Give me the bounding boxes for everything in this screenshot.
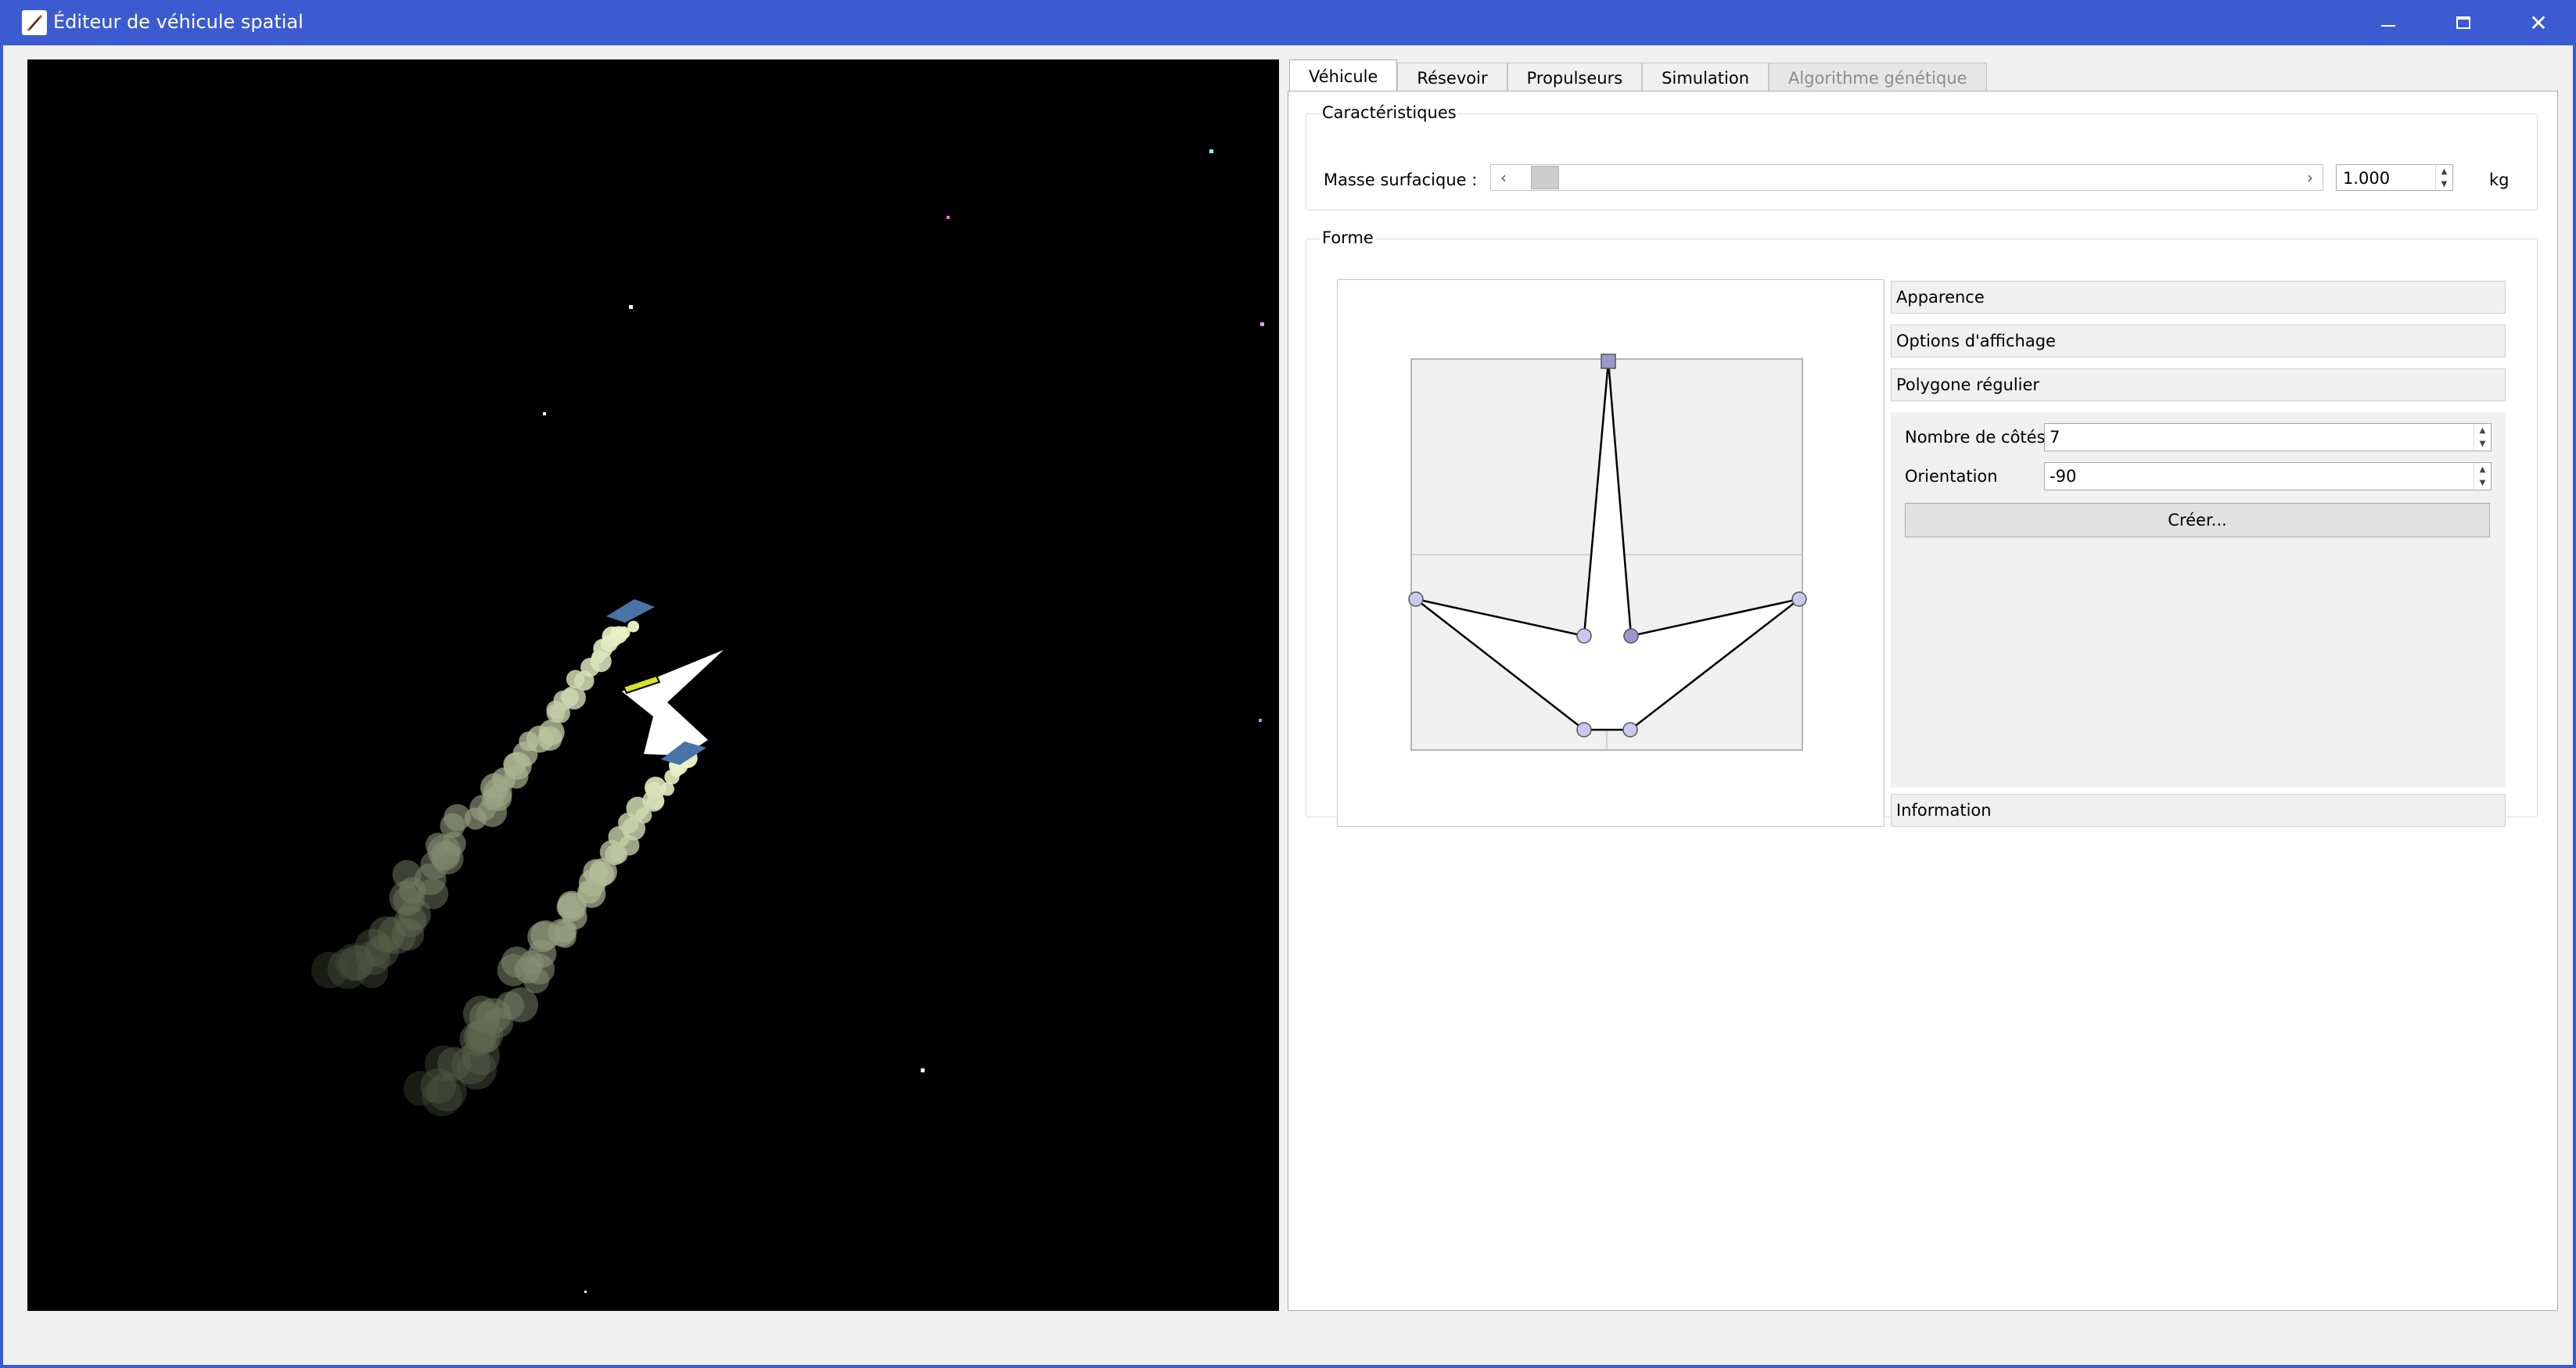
tab-algorithme-genetique: Algorithme génétique	[1769, 63, 1987, 92]
nombre-cotes-value[interactable]: 7	[2050, 428, 2060, 447]
chevron-left-icon[interactable]: ‹	[1491, 165, 1516, 190]
forme-title: Forme	[1320, 228, 1375, 247]
rocket-feather-icon	[22, 10, 47, 35]
tab-reservoir[interactable]: Résevoir	[1397, 63, 1507, 92]
tab-simulation[interactable]: Simulation	[1642, 63, 1769, 92]
chevron-right-icon[interactable]: ›	[2298, 165, 2323, 190]
vertex-handle[interactable]	[1791, 591, 1807, 607]
nombre-cotes-spinbox[interactable]: 7 ▲ ▼	[2044, 423, 2492, 451]
vertex-handle-square[interactable]	[1601, 354, 1616, 369]
spin-up-icon[interactable]: ▲	[2474, 424, 2491, 437]
exhaust-particle	[311, 951, 349, 989]
minimize-button[interactable]	[2351, 0, 2426, 45]
space-scene	[27, 59, 1279, 1311]
vertex-handle[interactable]	[1408, 591, 1424, 607]
star	[629, 305, 633, 309]
window-title: Éditeur de véhicule spatial	[53, 11, 304, 33]
masse-spinbox[interactable]: 1.000 ▲ ▼	[2336, 164, 2453, 191]
vertex-handle-selected[interactable]	[1623, 628, 1639, 644]
star	[1209, 149, 1213, 153]
nombre-cotes-label: Nombre de côtés	[1905, 428, 2046, 447]
exhaust-particle	[497, 953, 530, 987]
tab-vehicule[interactable]: Véhicule	[1289, 59, 1398, 92]
star	[947, 216, 950, 219]
exhaust-particle	[403, 1071, 439, 1106]
simulation-viewport[interactable]	[27, 59, 1279, 1311]
tab-page-vehicule: Caractéristiques Masse surfacique : ‹ › …	[1288, 91, 2558, 1311]
orientation-label: Orientation	[1905, 467, 1998, 486]
vertex-handle[interactable]	[1576, 722, 1592, 738]
close-icon: ✕	[2529, 9, 2548, 36]
section-polygone-regulier[interactable]: Polygone régulier	[1891, 368, 2506, 401]
maximize-button[interactable]	[2426, 0, 2501, 45]
unit-label: kg	[2489, 171, 2510, 189]
spin-down-icon[interactable]: ▼	[2436, 178, 2452, 190]
slider-handle[interactable]	[1531, 166, 1560, 189]
orientation-spinbox[interactable]: -90 ▲ ▼	[2044, 462, 2492, 490]
star	[543, 412, 546, 415]
spin-up-icon[interactable]: ▲	[2474, 463, 2491, 476]
section-information[interactable]: Information	[1891, 794, 2506, 827]
vertex-handle[interactable]	[1576, 628, 1592, 644]
spin-arrows: ▲ ▼	[2474, 463, 2491, 490]
caracteristiques-title: Caractéristiques	[1320, 103, 1458, 122]
spin-up-icon[interactable]: ▲	[2436, 165, 2452, 178]
shape-drawing	[1408, 354, 1807, 751]
masse-value[interactable]: 1.000	[2343, 169, 2390, 188]
section-apparence[interactable]: Apparence	[1891, 281, 2506, 314]
maximize-icon	[2456, 16, 2470, 29]
spin-arrows: ▲ ▼	[2474, 424, 2491, 451]
close-button[interactable]: ✕	[2501, 0, 2576, 45]
title-bar[interactable]: Éditeur de véhicule spatial ✕	[3, 0, 2576, 45]
tab-bar: Véhicule Résevoir Propulseurs Simulation…	[1289, 59, 1987, 92]
shape-editor-canvas[interactable]	[1337, 279, 1884, 827]
star	[584, 1291, 587, 1293]
app-window: Éditeur de véhicule spatial ✕ Véhicule R…	[0, 0, 2576, 1368]
exhaust-particle	[566, 670, 585, 688]
spin-down-icon[interactable]: ▼	[2474, 437, 2491, 451]
editor-panel: Véhicule Résevoir Propulseurs Simulation…	[1288, 59, 2558, 1311]
masse-slider[interactable]: ‹ ›	[1490, 164, 2323, 191]
status-bar	[3, 1322, 2573, 1365]
section-options-affichage[interactable]: Options d'affichage	[1891, 325, 2506, 357]
polygone-regulier-page: Nombre de côtés 7 ▲ ▼ Orientation -90 ▲ …	[1891, 412, 2506, 788]
star	[921, 1068, 925, 1072]
masse-surfacique-label: Masse surfacique :	[1324, 171, 1478, 189]
creer-button[interactable]: Créer...	[1905, 503, 2490, 537]
vertex-handle[interactable]	[1622, 722, 1638, 738]
tab-propulseurs[interactable]: Propulseurs	[1507, 63, 1643, 92]
exhaust-particle	[556, 895, 580, 919]
exhaust-particle	[420, 850, 450, 880]
exhaust-particle	[469, 795, 497, 822]
star	[1259, 719, 1262, 722]
spin-down-icon[interactable]: ▼	[2474, 476, 2491, 490]
orientation-value[interactable]: -90	[2050, 467, 2076, 486]
star	[1260, 322, 1264, 326]
caracteristiques-group: Caractéristiques Masse surfacique : ‹ › …	[1306, 103, 2538, 210]
spin-arrows: ▲ ▼	[2435, 165, 2452, 190]
minimize-icon	[2381, 25, 2395, 27]
